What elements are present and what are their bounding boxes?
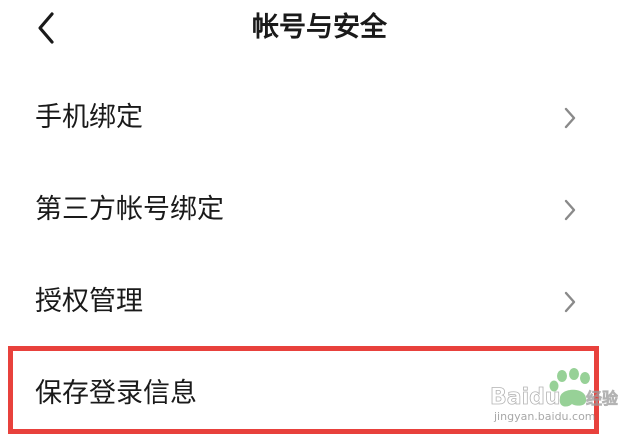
menu-item-label: 保存登录信息 [35,378,197,409]
chevron-right-icon [564,107,576,129]
menu-item-save-login-info[interactable]: 保存登录信息 [0,349,639,439]
chevron-right-icon [564,199,576,221]
menu-item-label: 手机绑定 [35,102,143,133]
header: 帐号与安全 [0,0,639,60]
account-security-screen: 帐号与安全 手机绑定 第三方帐号绑定 授权管理 保存登录信息 Baidu 经验 … [0,0,639,439]
menu-item-authorization-management[interactable]: 授权管理 [0,257,639,349]
chevron-right-icon [564,291,576,313]
menu-item-phone-binding[interactable]: 手机绑定 [0,73,639,165]
menu-item-third-party-binding[interactable]: 第三方帐号绑定 [0,165,639,257]
menu-item-label: 授权管理 [35,286,143,317]
page-title: 帐号与安全 [252,12,387,43]
menu-item-label: 第三方帐号绑定 [35,194,224,225]
